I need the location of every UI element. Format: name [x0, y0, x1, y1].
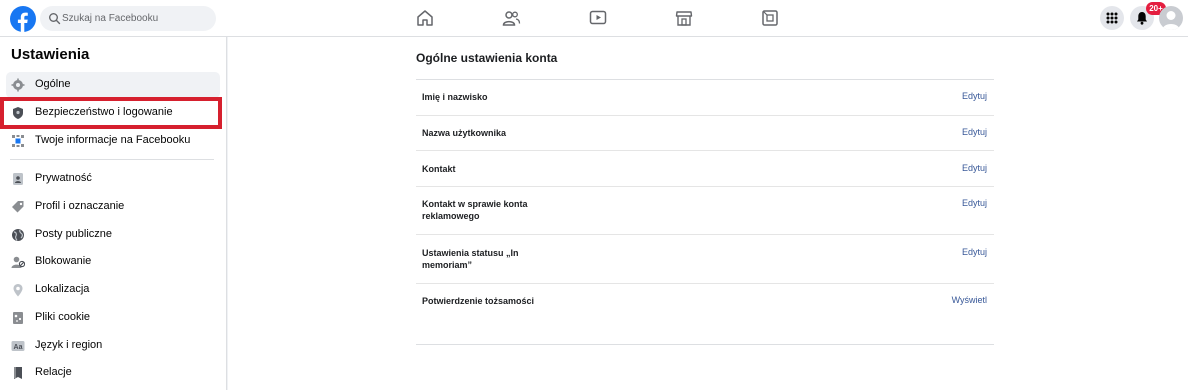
menu-grid-icon [1106, 12, 1118, 24]
sidebar-title: Ustawienia [11, 46, 90, 63]
facebook-logo-icon[interactable] [10, 6, 36, 32]
row-label: Ustawienia statusu „In memoriam” [422, 248, 519, 270]
tag-icon [12, 201, 24, 213]
svg-text:Aa: Aa [14, 344, 23, 351]
search-box[interactable] [40, 6, 216, 31]
row-divider [416, 150, 994, 151]
sidebar-item-label: Profil i oznaczanie [35, 200, 125, 212]
sidebar-item-label: Relacje [35, 366, 72, 378]
cookie-icon [13, 312, 23, 324]
page-title: Ogólne ustawienia konta [416, 51, 558, 65]
sidebar-item-relationships[interactable]: Relacje [6, 360, 220, 386]
edit-name-link[interactable]: Edytuj [962, 91, 987, 101]
sidebar-item-label: Pliki cookie [35, 311, 91, 323]
lock-icon [13, 173, 23, 185]
sidebar-item-blocking[interactable]: Blokowanie [6, 249, 220, 275]
row-label: Nazwa użytkownika [422, 128, 507, 138]
section-bottom-divider [416, 344, 994, 345]
sidebar-item-label: Twoje informacje na Facebooku [35, 134, 191, 146]
edit-memorialization-link[interactable]: Edytuj [962, 247, 987, 257]
book-icon [14, 367, 22, 379]
row-label: Kontakt [422, 164, 456, 174]
sidebar-item-label: Prywatność [35, 172, 92, 184]
search-input[interactable] [62, 6, 212, 31]
row-divider [416, 234, 994, 235]
block-user-icon [11, 256, 25, 268]
gear-icon [11, 78, 25, 92]
settings-main-panel: Ogólne ustawienia konta Imię i nazwisko … [228, 37, 1188, 390]
section-divider [416, 79, 994, 80]
sidebar-item-your-facebook-information[interactable]: Twoje informacje na Facebooku [6, 128, 220, 154]
sidebar-item-label: Blokowanie [35, 255, 92, 267]
row-label: Potwierdzenie tożsamości [422, 296, 535, 306]
sidebar-item-label: Język i region [35, 339, 103, 351]
language-icon: Aa [11, 341, 25, 351]
menu-grid-button[interactable] [1100, 6, 1124, 30]
edit-contact-link[interactable]: Edytuj [962, 163, 987, 173]
sidebar-item-public-posts[interactable]: Posty publiczne [6, 222, 220, 248]
highlight-annotation-box [0, 97, 222, 129]
edit-username-link[interactable]: Edytuj [962, 127, 987, 137]
settings-sidebar: Ustawienia Ogólne Bezpieczeństwo i logow… [0, 37, 227, 390]
sidebar-divider [10, 159, 214, 160]
globe-icon [12, 229, 24, 241]
sidebar-item-location[interactable]: Lokalizacja [6, 277, 220, 303]
row-divider [416, 186, 994, 187]
sidebar-item-label: Lokalizacja [35, 283, 90, 295]
sidebar-item-profile-tagging[interactable]: Profil i oznaczanie [6, 194, 220, 220]
gaming-icon[interactable] [760, 8, 780, 28]
sidebar-item-privacy[interactable]: Prywatność [6, 166, 220, 192]
view-identity-confirmation-link[interactable]: Wyświetl [952, 295, 987, 305]
row-divider [416, 115, 994, 116]
sidebar-item-general[interactable]: Ogólne [6, 72, 220, 98]
sidebar-item-language-region[interactable]: Aa Język i region [6, 333, 220, 359]
watch-icon[interactable] [588, 8, 608, 28]
sidebar-item-label: Ogólne [35, 78, 71, 90]
row-divider [416, 283, 994, 284]
marketplace-icon[interactable] [674, 8, 694, 28]
home-icon[interactable] [415, 8, 435, 28]
friends-icon[interactable] [501, 8, 521, 28]
avatar-silhouette-icon [1162, 11, 1180, 30]
sidebar-item-label: Posty publiczne [35, 228, 113, 240]
facebook-info-icon [12, 135, 24, 147]
top-navigation-bar: 20+ [0, 0, 1188, 37]
row-label: Imię i nazwisko [422, 92, 488, 102]
row-label: Kontakt w sprawie konta reklamowego [422, 199, 528, 221]
sidebar-item-cookies[interactable]: Pliki cookie [6, 305, 220, 331]
location-pin-icon [13, 284, 23, 297]
edit-ad-account-contact-link[interactable]: Edytuj [962, 198, 987, 208]
search-icon [49, 13, 61, 25]
profile-avatar[interactable] [1159, 6, 1183, 30]
